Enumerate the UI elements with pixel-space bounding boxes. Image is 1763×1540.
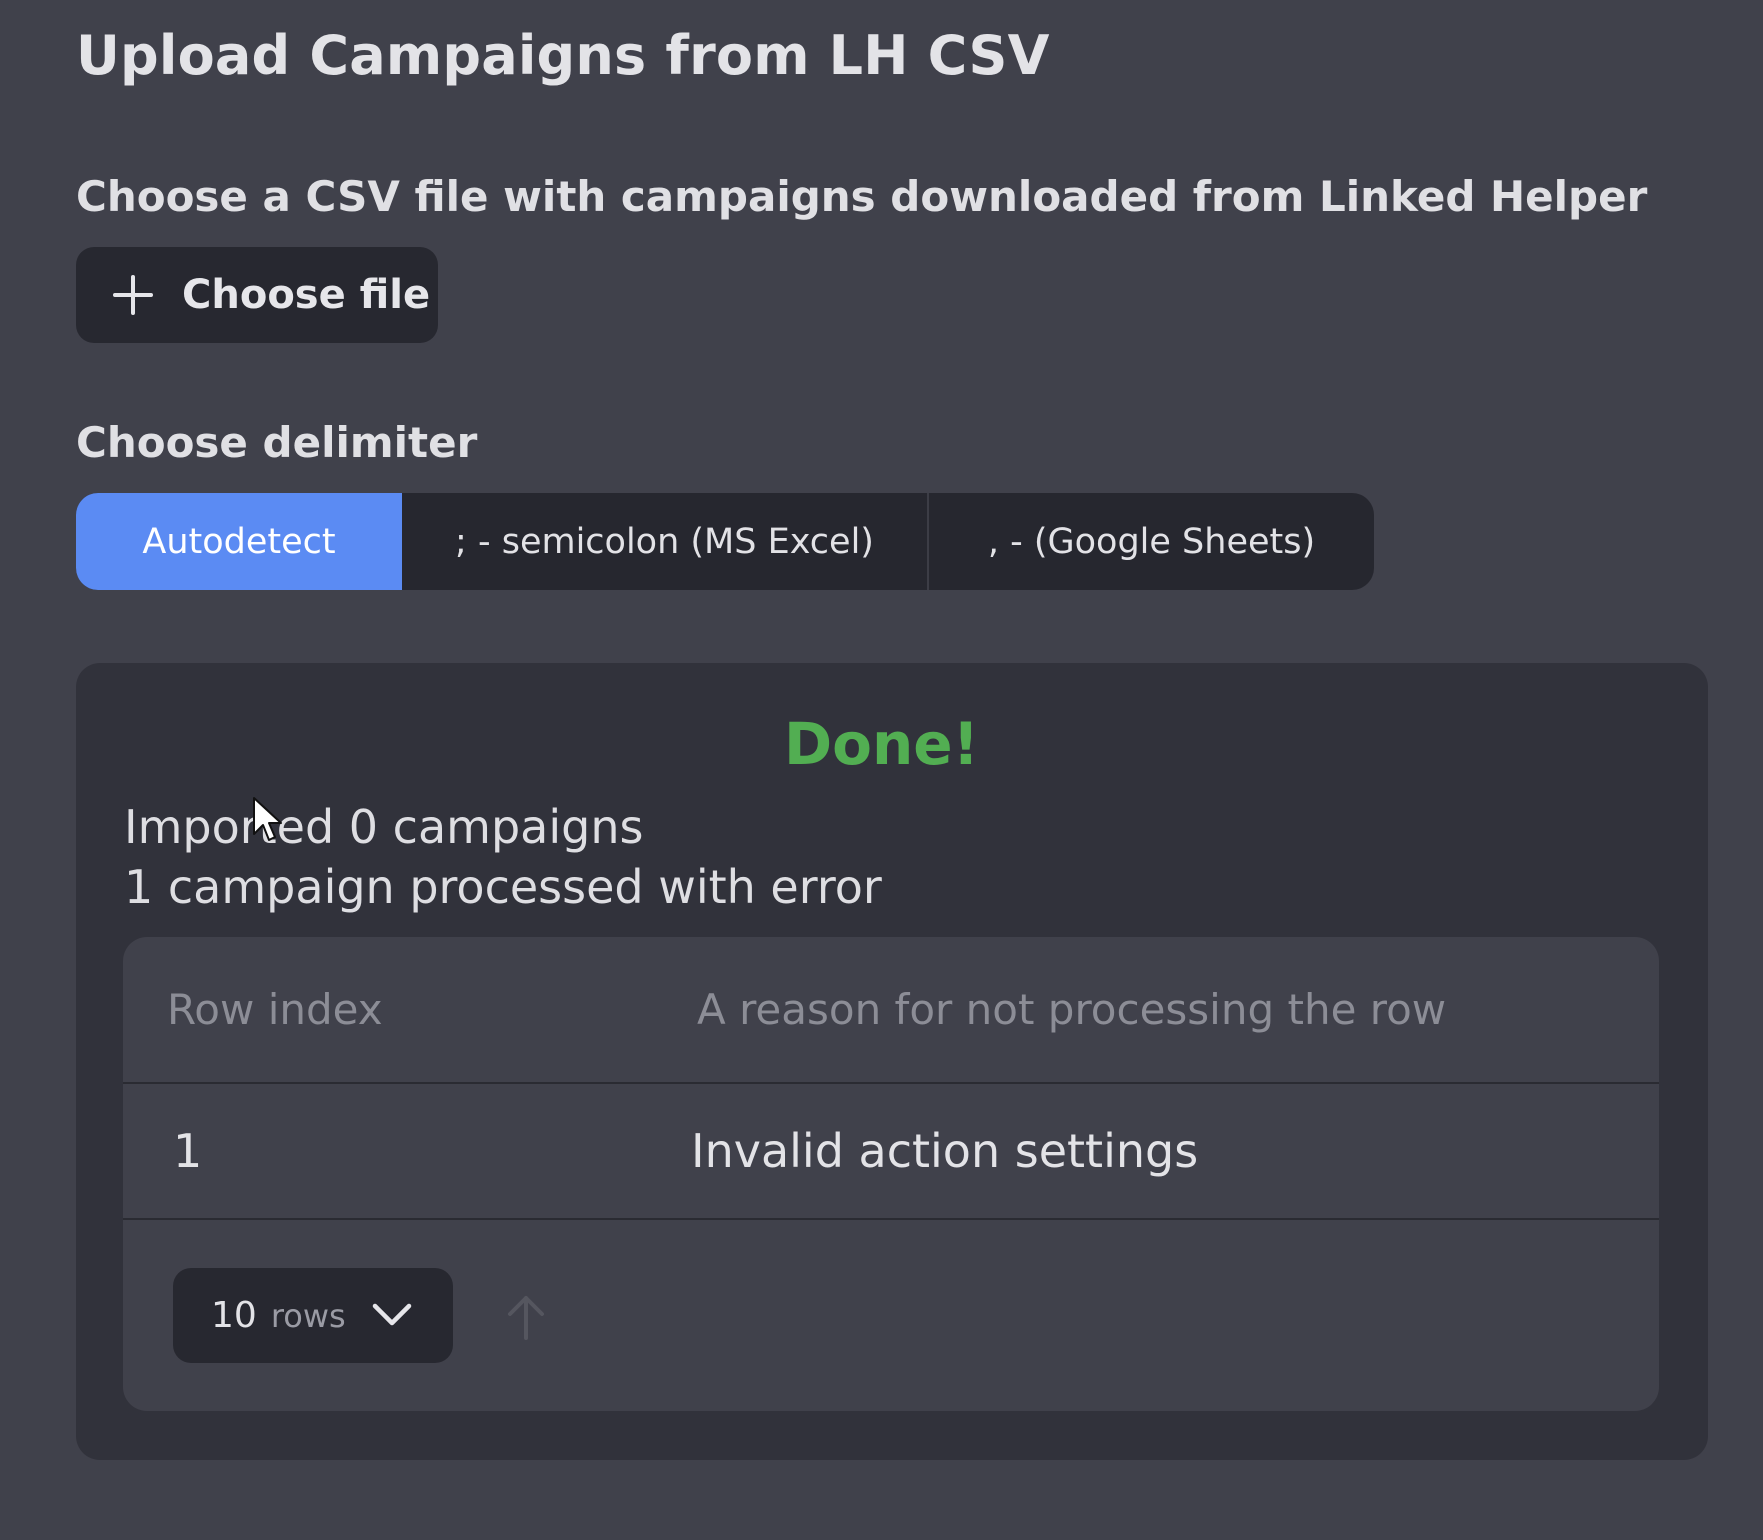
table-row: 1 Invalid action settings xyxy=(123,1084,1659,1220)
choose-file-button[interactable]: Choose file xyxy=(76,247,438,343)
rows-per-page-select[interactable]: 10 rows xyxy=(173,1268,453,1363)
imported-count-text: Imported 0 campaigns xyxy=(124,800,644,854)
delimiter-option-semicolon[interactable]: ; - semicolon (MS Excel) xyxy=(402,493,929,590)
rows-per-page-unit: rows xyxy=(270,1296,346,1335)
delimiter-selector: Autodetect ; - semicolon (MS Excel) , - … xyxy=(76,493,1374,590)
error-count-text: 1 campaign processed with error xyxy=(124,860,882,914)
arrow-up-icon[interactable] xyxy=(504,1292,548,1342)
status-title: Done! xyxy=(783,710,980,778)
rows-per-page-value: 10 xyxy=(211,1295,257,1336)
table-header: Row index A reason for not processing th… xyxy=(123,937,1659,1084)
file-section-label: Choose a CSV file with campaigns downloa… xyxy=(76,172,1648,221)
choose-file-label: Choose file xyxy=(182,272,431,318)
chevron-down-icon xyxy=(372,1303,412,1326)
delimiter-option-autodetect[interactable]: Autodetect xyxy=(76,493,402,590)
row-index-cell: 1 xyxy=(173,1124,203,1178)
page-title: Upload Campaigns from LH CSV xyxy=(76,24,1050,87)
plus-icon xyxy=(113,275,153,315)
delimiter-option-comma[interactable]: , - (Google Sheets) xyxy=(929,493,1374,590)
column-header-row-index[interactable]: Row index xyxy=(167,985,383,1034)
reason-cell: Invalid action settings xyxy=(691,1124,1199,1178)
column-header-reason[interactable]: A reason for not processing the row xyxy=(697,985,1446,1034)
mouse-cursor-icon xyxy=(253,797,282,841)
delimiter-section-label: Choose delimiter xyxy=(76,418,478,467)
